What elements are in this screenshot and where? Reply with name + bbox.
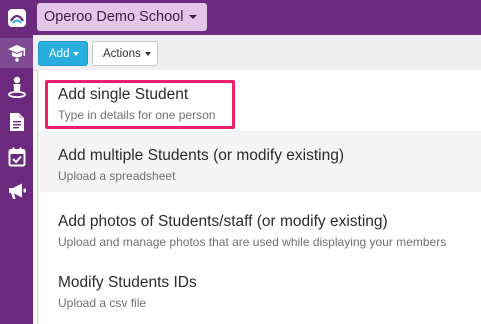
sidebar-item-announcements[interactable] <box>0 176 33 206</box>
menu-item-title: Add photos of Students/staff (or modify … <box>58 213 388 230</box>
sidebar-item-events[interactable] <box>0 142 33 172</box>
school-selector[interactable]: Operoo Demo School <box>37 3 208 31</box>
menu-item-title: Add single Student <box>58 86 189 103</box>
toolbar: Add Actions <box>33 35 481 71</box>
actions-button[interactable]: Actions <box>92 41 158 66</box>
menu-item-subtitle: Type in details for one person <box>58 108 216 122</box>
operoo-logo-icon <box>7 9 26 27</box>
caret-down-icon <box>144 51 151 56</box>
sidebar-item-home[interactable] <box>0 3 33 33</box>
chevron-down-icon <box>189 15 198 19</box>
menu-item-subtitle: Upload and manage photos that are used w… <box>58 235 447 249</box>
menu-item-subtitle: Upload a spreadsheet <box>58 169 176 183</box>
add-dropdown-menu: Add single Student Type in details for o… <box>37 70 481 324</box>
app-window: Operoo Demo School Add Actions Add singl… <box>0 0 481 324</box>
top-header: Operoo Demo School <box>33 0 481 35</box>
menu-item-title: Modify Students IDs <box>58 274 197 291</box>
menu-item-subtitle: Upload a csv file <box>58 296 147 310</box>
menu-item-add-multiple-students[interactable]: Add multiple Students (or modify existin… <box>38 131 481 192</box>
sidebar-rail <box>0 0 33 324</box>
sidebar-item-people[interactable] <box>0 72 33 102</box>
menu-item-title: Add multiple Students (or modify existin… <box>58 147 345 164</box>
sidebar-item-forms[interactable] <box>0 107 33 137</box>
add-button-label: Add <box>49 47 70 60</box>
megaphone-icon <box>8 183 26 199</box>
calendar-check-icon <box>8 147 25 167</box>
menu-item-add-single-student[interactable]: Add single Student Type in details for o… <box>38 70 481 131</box>
document-icon <box>9 113 24 131</box>
caret-down-icon <box>73 51 80 56</box>
actions-button-label: Actions <box>103 47 141 60</box>
menu-item-modify-student-ids[interactable]: Modify Students IDs Upload a csv file <box>38 258 481 319</box>
add-button[interactable]: Add <box>38 41 88 66</box>
sidebar-item-students[interactable] <box>0 38 33 68</box>
person-pin-icon <box>7 76 26 98</box>
school-name: Operoo Demo School <box>44 9 184 25</box>
menu-item-add-photos[interactable]: Add photos of Students/staff (or modify … <box>38 197 481 258</box>
graduation-cap-icon <box>7 45 26 62</box>
